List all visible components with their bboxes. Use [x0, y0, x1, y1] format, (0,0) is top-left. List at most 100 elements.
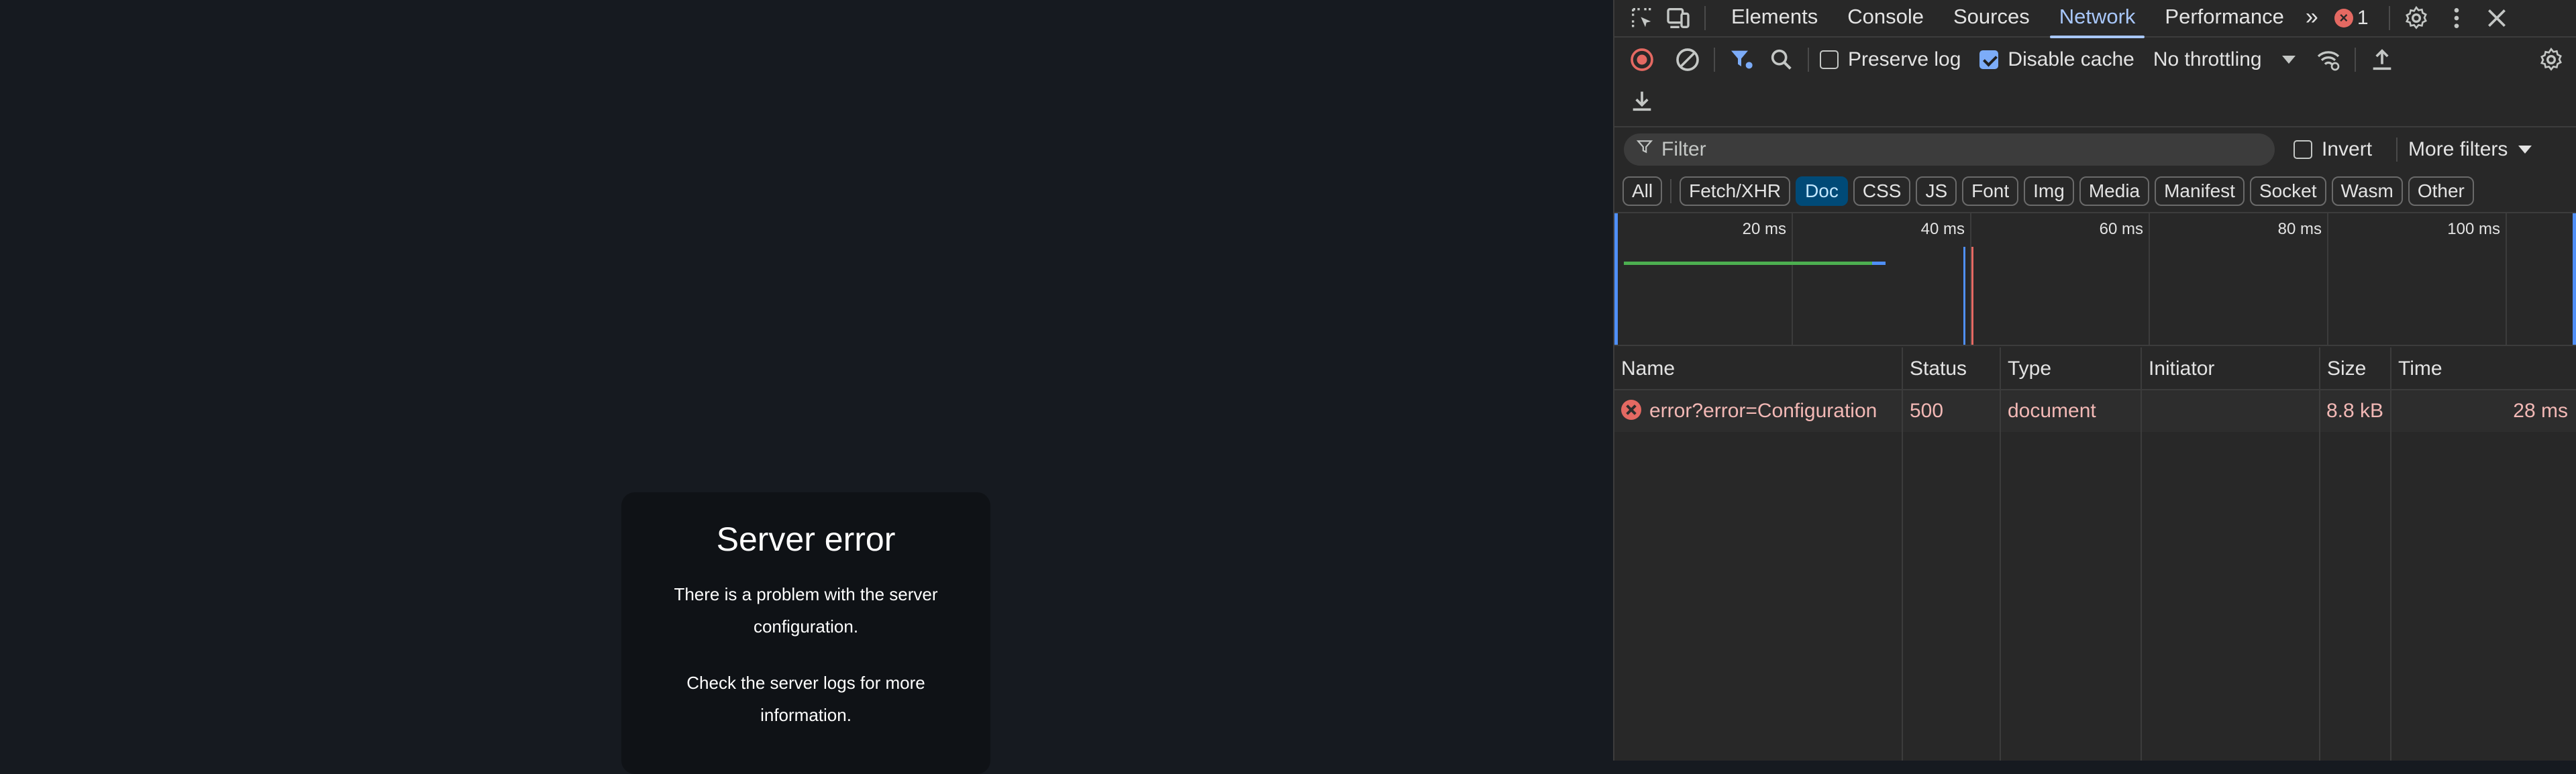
timeline-gridline	[2149, 213, 2150, 345]
disable-cache-label: Disable cache	[2008, 48, 2134, 70]
column-divider[interactable]	[1902, 347, 1903, 761]
timeline-gridline	[2506, 213, 2507, 345]
filter-toggle-icon[interactable]	[1726, 44, 1757, 75]
timeline-tick-label: 80 ms	[2277, 220, 2322, 238]
chip-font[interactable]: Font	[1962, 176, 2019, 206]
column-header-status[interactable]: Status	[1903, 347, 2001, 390]
divider	[2396, 137, 2398, 162]
column-header-type[interactable]: Type	[2001, 347, 2142, 390]
chip-wasm[interactable]: Wasm	[2331, 176, 2403, 206]
timeline-gridline	[1792, 213, 1793, 345]
filter-bar: Filter Invert More filters	[1614, 126, 2576, 172]
chevron-down-icon	[2281, 56, 2296, 64]
timeline-handle-left[interactable]	[1614, 213, 1618, 345]
network-settings-icon[interactable]	[2536, 44, 2567, 75]
disable-cache-checkbox[interactable]	[1979, 50, 1999, 69]
divider	[1714, 48, 1715, 72]
disable-cache-toggle[interactable]: Disable cache	[1979, 48, 2134, 71]
column-header-time[interactable]: Time	[2391, 347, 2576, 390]
error-message: There is a problem with the server confi…	[674, 584, 938, 637]
device-toolbar-icon[interactable]	[1663, 3, 1694, 34]
inspect-element-icon[interactable]	[1627, 3, 1657, 34]
column-divider[interactable]	[2000, 347, 2001, 761]
invert-toggle[interactable]: Invert	[2294, 138, 2372, 161]
chip-img[interactable]: Img	[2024, 176, 2074, 206]
network-toolbar: Preserve log Disable cache No throttling	[1614, 39, 2576, 80]
network-overview-timeline[interactable]: 20 ms 40 ms 60 ms 80 ms 100 ms	[1614, 212, 2576, 346]
chip-css[interactable]: CSS	[1853, 176, 1911, 206]
chip-media[interactable]: Media	[2079, 176, 2150, 206]
devtools-tab-bar: Elements Console Sources Network Perform…	[1614, 0, 2576, 38]
requests-table: Name Status Type Initiator Size Time err…	[1614, 347, 2576, 761]
search-icon[interactable]	[1766, 44, 1797, 75]
request-size: 8.8 kB	[2326, 400, 2383, 422]
chevron-down-icon	[2518, 146, 2532, 154]
column-divider[interactable]	[2390, 347, 2391, 761]
filter-input[interactable]: Filter	[1624, 133, 2275, 166]
invert-label: Invert	[2322, 138, 2373, 160]
request-time: 28 ms	[2513, 400, 2568, 422]
error-hint: Check the server logs for more informati…	[686, 673, 925, 725]
chip-all[interactable]: All	[1622, 176, 1663, 206]
column-header-initiator[interactable]: Initiator	[2142, 347, 2320, 390]
invert-checkbox[interactable]	[2294, 140, 2312, 159]
devtools-panel: Elements Console Sources Network Perform…	[1613, 0, 2576, 761]
preserve-log-label: Preserve log	[1848, 48, 1961, 70]
network-toolbar-overflow	[1614, 82, 2576, 119]
load-event-marker	[1971, 247, 1973, 345]
request-type: document	[2008, 400, 2096, 422]
close-icon[interactable]	[2481, 3, 2512, 34]
timeline-tick-label: 40 ms	[1920, 220, 1965, 238]
column-header-name[interactable]: Name	[1614, 347, 1903, 390]
request-initiator	[2142, 390, 2320, 432]
filter-placeholder: Filter	[1661, 138, 1706, 160]
chip-socket[interactable]: Socket	[2249, 176, 2326, 206]
page-viewport: Server error There is a problem with the…	[0, 0, 1613, 774]
throttling-select[interactable]: No throttling	[2153, 48, 2296, 71]
tab-network[interactable]: Network	[2045, 0, 2151, 38]
error-icon	[1621, 400, 1641, 421]
error-icon: ×	[2334, 9, 2353, 27]
column-divider[interactable]	[2319, 347, 2320, 761]
more-filters-label: More filters	[2408, 138, 2508, 160]
divider	[2354, 48, 2356, 72]
more-options-icon[interactable]	[2441, 3, 2472, 34]
chip-fetch-xhr[interactable]: Fetch/XHR	[1680, 176, 1791, 206]
tab-performance[interactable]: Performance	[2150, 0, 2298, 37]
chip-manifest[interactable]: Manifest	[2155, 176, 2245, 206]
chip-other[interactable]: Other	[2408, 176, 2474, 206]
request-name-cell[interactable]: error?error=Configuration	[1614, 390, 1903, 432]
error-counter[interactable]: × 1	[2325, 7, 2378, 30]
timeline-tick-label: 20 ms	[1742, 220, 1786, 238]
settings-gear-icon[interactable]	[2401, 3, 2432, 34]
export-har-icon[interactable]	[1627, 85, 1657, 116]
more-tabs-icon[interactable]: »	[2299, 0, 2325, 37]
chip-js[interactable]: JS	[1916, 176, 1957, 206]
preserve-log-checkbox[interactable]	[1820, 50, 1839, 69]
table-row[interactable]: error?error=Configuration 500 document 8…	[1614, 390, 2576, 432]
preserve-log-toggle[interactable]: Preserve log	[1820, 48, 1961, 71]
dom-content-loaded-marker	[1963, 247, 1965, 345]
request-download-bar	[1872, 262, 1886, 265]
clear-icon[interactable]	[1672, 44, 1703, 75]
timeline-tick-label: 60 ms	[2099, 220, 2143, 238]
chip-doc[interactable]: Doc	[1796, 176, 1848, 206]
more-filters-dropdown[interactable]: More filters	[2408, 138, 2532, 161]
request-waiting-bar	[1624, 262, 1872, 265]
throttling-value: No throttling	[2153, 48, 2262, 70]
error-count: 1	[2357, 7, 2369, 29]
import-har-icon[interactable]	[2367, 44, 2398, 75]
column-header-size[interactable]: Size	[2320, 347, 2391, 390]
divider	[1670, 179, 1672, 203]
tab-sources[interactable]: Sources	[1939, 0, 2045, 37]
resource-type-filter: All Fetch/XHR Doc CSS JS Font Img Media …	[1614, 172, 2576, 211]
stop-recording-icon[interactable]	[1627, 44, 1657, 75]
divider	[1808, 48, 1809, 72]
network-conditions-icon[interactable]	[2313, 44, 2344, 75]
column-divider[interactable]	[2141, 347, 2142, 761]
tab-console[interactable]: Console	[1833, 0, 1939, 37]
tab-elements[interactable]: Elements	[1716, 0, 1833, 37]
timeline-handle-right[interactable]	[2573, 213, 2576, 345]
table-header: Name Status Type Initiator Size Time	[1614, 347, 2576, 390]
request-name: error?error=Configuration	[1649, 400, 1877, 422]
